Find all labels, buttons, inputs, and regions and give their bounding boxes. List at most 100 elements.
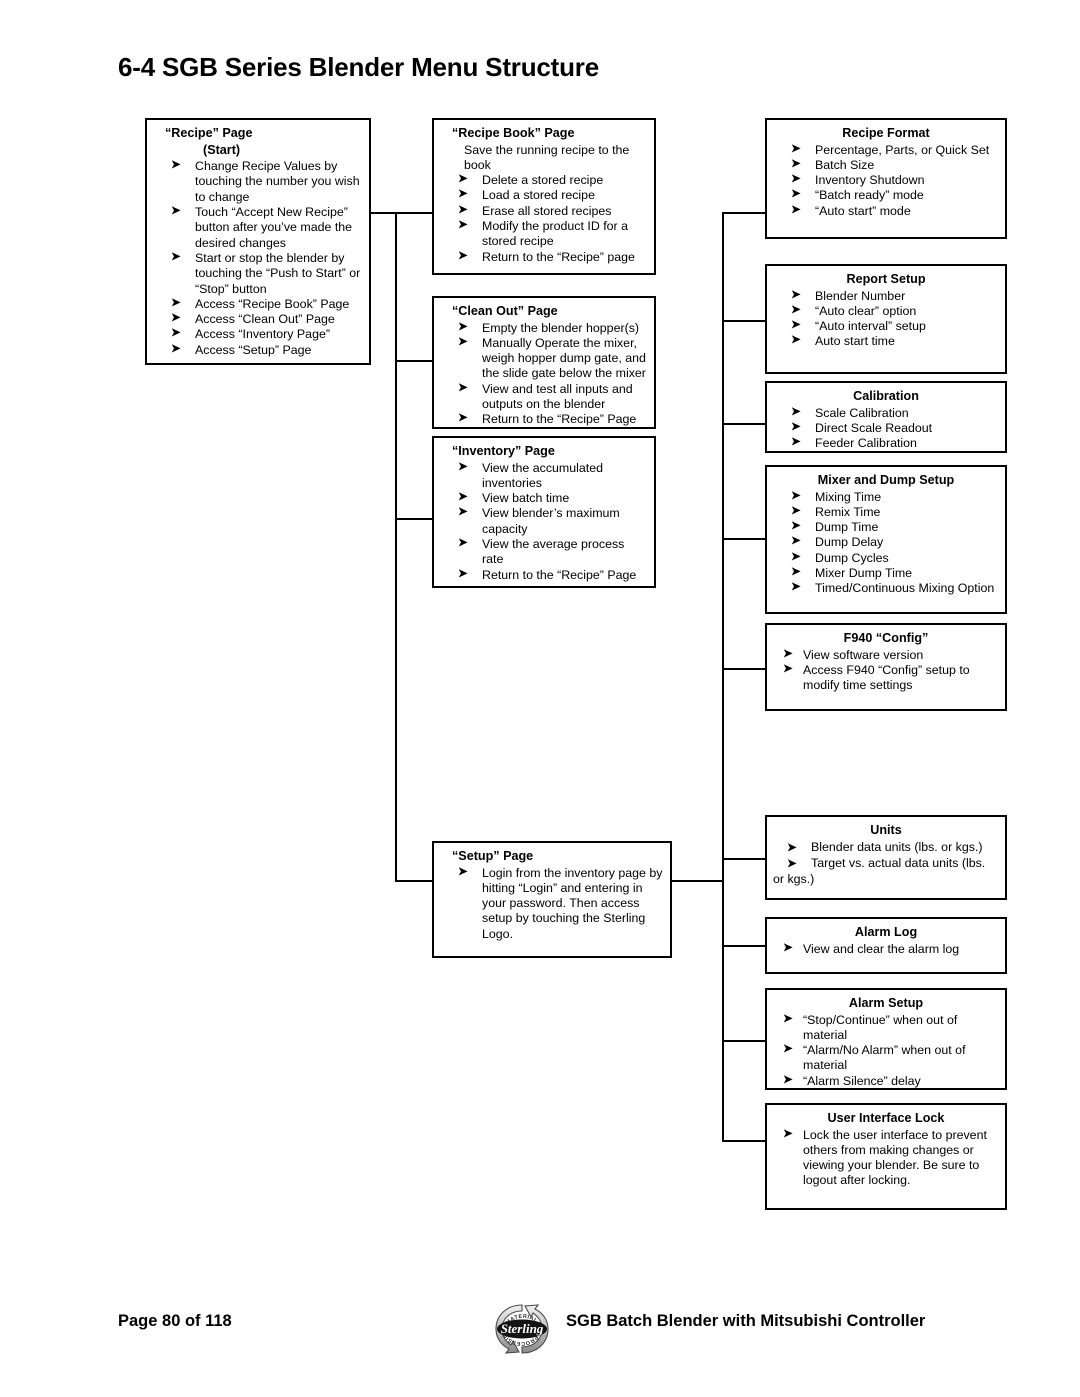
list-item: ➤ “Stop/Continue” when out of material <box>773 1013 999 1044</box>
list-item-label: “Alarm/No Alarm” when out of material <box>803 1043 966 1073</box>
arrow-bullet-icon: ➤ <box>458 173 468 186</box>
list-item: ➤ “Alarm Silence” delay <box>773 1074 999 1089</box>
list-item-label: Dump Time <box>815 520 879 535</box>
box-mixer-and-dump-setup[interactable]: Mixer and Dump Setup ➤ Mixing Time ➤ Remix… <box>765 465 1007 614</box>
list-item-label: Return to the “Recipe” page <box>482 249 635 264</box>
list-item: ➤ View blender’s maximum capacity <box>440 506 648 537</box>
arrow-bullet-icon: ➤ <box>791 303 801 316</box>
list-item-label: Login from the inventory page by hitting… <box>482 865 663 941</box>
box-item-list: ➤ Change Recipe Values by touching the nu… <box>153 159 363 358</box>
arrow-bullet-icon: ➤ <box>783 941 793 954</box>
list-item: ➤ Mixing Time <box>773 490 999 505</box>
connector-trunk-to-ui-lock <box>722 1140 766 1142</box>
footer-page-label: Page 80 of 118 <box>118 1312 232 1330</box>
list-item-label: Manually Operate the mixer, weigh hopper… <box>482 335 646 381</box>
box-calibration[interactable]: Calibration ➤ Scale Calibration ➤ Direct S… <box>765 381 1007 453</box>
arrow-bullet-icon: ➤ <box>458 335 468 348</box>
box-recipe-format[interactable]: Recipe Format ➤ Percentage, Parts, or Qui… <box>765 118 1007 239</box>
list-item: ➤ Manually Operate the mixer, weigh hoppe… <box>440 336 648 382</box>
list-item-label: “Stop/Continue” when out of material <box>803 1012 958 1042</box>
box-user-interface-lock[interactable]: User Interface Lock ➤ Lock the user inter… <box>765 1103 1007 1210</box>
arrow-bullet-icon: ➤ <box>791 489 801 502</box>
list-item-label: Mixer Dump Time <box>815 566 913 581</box>
box-alarm-log[interactable]: Alarm Log ➤ View and clear the alarm log <box>765 917 1007 974</box>
box-recipe-page[interactable]: “Recipe” Page (Start) ➤ Change Recipe Val… <box>145 118 371 365</box>
box-item-list: ➤ “Stop/Continue” when out of material ➤ “… <box>773 1013 999 1089</box>
arrow-bullet-icon: ➤ <box>458 249 468 262</box>
box-title: “Clean Out” Page <box>452 304 558 318</box>
arrow-bullet-icon: ➤ <box>787 857 797 870</box>
list-item: ➤ View and test all inputs and outputs on… <box>440 382 648 413</box>
box-item-list: ➤ View the accumulated inventories ➤ View … <box>440 461 648 583</box>
arrow-bullet-icon: ➤ <box>791 550 801 563</box>
page-title: 6-4 SGB Series Blender Menu Structure <box>118 52 599 82</box>
list-item: ➤ Touch “Accept New Recipe” button after … <box>153 205 363 251</box>
list-item-label: View and test all inputs and outputs on … <box>482 381 633 412</box>
list-item: ➤ Direct Scale Readout <box>773 421 999 436</box>
box-title: “Recipe Book” Page <box>452 126 575 140</box>
list-item-label: Touch “Accept New Recipe” button after y… <box>195 205 353 250</box>
box-item-list: ➤ Lock the user interface to prevent othe… <box>773 1128 999 1189</box>
list-item-label: Remix Time <box>815 504 881 519</box>
arrow-bullet-icon: ➤ <box>791 203 801 216</box>
connector-trunk-to-alarm-log <box>722 945 766 947</box>
box-title: Calibration <box>853 389 919 403</box>
box-inventory-page[interactable]: “Inventory” Page ➤ View the accumulated i… <box>432 436 656 588</box>
arrow-bullet-icon: ➤ <box>783 1127 793 1140</box>
list-item: ➤ “Alarm/No Alarm” when out of material <box>773 1043 999 1074</box>
connector-trunk-to-alarm-setup <box>722 1040 766 1042</box>
list-item-label: Access “Recipe Book” Page <box>195 296 350 311</box>
arrow-bullet-icon: ➤ <box>458 203 468 216</box>
list-item-label: Dump Cycles <box>815 550 889 565</box>
list-item-label: Blender data units (lbs. or kgs.) <box>811 839 983 854</box>
list-item: ➤ Login from the inventory page by hittin… <box>440 866 664 942</box>
box-title: Recipe Format <box>842 126 930 140</box>
arrow-bullet-icon: ➤ <box>171 250 181 263</box>
connector-trunk-to-report-setup <box>722 320 766 322</box>
box-item-list: ➤ View and clear the alarm log <box>773 942 999 957</box>
sterling-logo: MATERIAL PROCESSING Sterling <box>487 1296 555 1358</box>
arrow-bullet-icon: ➤ <box>791 334 801 347</box>
box-recipe-book-page[interactable]: “Recipe Book” Page Save the running reci… <box>432 118 656 275</box>
arrow-bullet-icon: ➤ <box>171 312 181 325</box>
list-item: ➤ Blender data units (lbs. or kgs.) <box>773 840 999 856</box>
list-item: ➤ Access F940 “Config” setup to modify ti… <box>773 663 999 694</box>
list-item: ➤ Lock the user interface to prevent othe… <box>773 1128 999 1189</box>
list-item: ➤ Dump Delay <box>773 535 999 550</box>
list-item: ➤ Batch Size <box>773 158 999 173</box>
arrow-bullet-icon: ➤ <box>171 342 181 355</box>
arrow-bullet-icon: ➤ <box>171 296 181 309</box>
list-item-label: Save the running recipe to the book <box>464 142 630 172</box>
box-title: Report Setup <box>846 272 926 286</box>
list-item-label: Dump Delay <box>815 535 884 550</box>
box-title: User Interface Lock <box>827 1111 945 1125</box>
box-setup-page[interactable]: “Setup” Page ➤ Login from the inventory p… <box>432 841 672 958</box>
list-item-label: “Auto interval” setup <box>815 319 926 334</box>
list-item: ➤ Modify the product ID for a stored reci… <box>440 219 648 250</box>
list-item-label: Lock the user interface to prevent other… <box>803 1127 987 1188</box>
box-f940-config[interactable]: F940 “Config” ➤ View software version ➤ Ac… <box>765 623 1007 711</box>
list-item-label: “Auto clear” option <box>815 303 917 318</box>
arrow-bullet-icon: ➤ <box>171 159 181 172</box>
box-clean-out-page[interactable]: “Clean Out” Page ➤ Empty the blender hopp… <box>432 296 656 429</box>
arrow-bullet-icon: ➤ <box>791 173 801 186</box>
list-item: ➤ Scale Calibration <box>773 406 999 421</box>
box-report-setup[interactable]: Report Setup ➤ Blender Number ➤ “Auto clea… <box>765 264 1007 374</box>
connector-trunk-to-mixer-dump <box>722 538 766 540</box>
box-item-list: ➤ View software version ➤ Access F940 “Con… <box>773 648 999 694</box>
list-item: Save the running recipe to the book <box>440 143 648 174</box>
box-title: Mixer and Dump Setup <box>817 473 955 487</box>
arrow-bullet-icon: ➤ <box>791 188 801 201</box>
list-item: ➤ Auto start time <box>773 334 999 349</box>
arrow-bullet-icon: ➤ <box>783 647 793 660</box>
list-item-label: View and clear the alarm log <box>803 941 960 956</box>
list-item: ➤ Dump Cycles <box>773 551 999 566</box>
arrow-bullet-icon: ➤ <box>791 420 801 433</box>
box-item-list: ➤ Scale Calibration ➤ Direct Scale Readout… <box>773 406 999 452</box>
arrow-bullet-icon: ➤ <box>783 1043 793 1056</box>
connector-trunk-to-inventory <box>395 518 433 520</box>
svg-text:Sterling: Sterling <box>501 1321 544 1336</box>
arrow-bullet-icon: ➤ <box>458 460 468 473</box>
box-units[interactable]: Units ➤ Blender data units (lbs. or kgs.)… <box>765 815 1007 900</box>
box-alarm-setup[interactable]: Alarm Setup ➤ “Stop/Continue” when out of… <box>765 988 1007 1090</box>
